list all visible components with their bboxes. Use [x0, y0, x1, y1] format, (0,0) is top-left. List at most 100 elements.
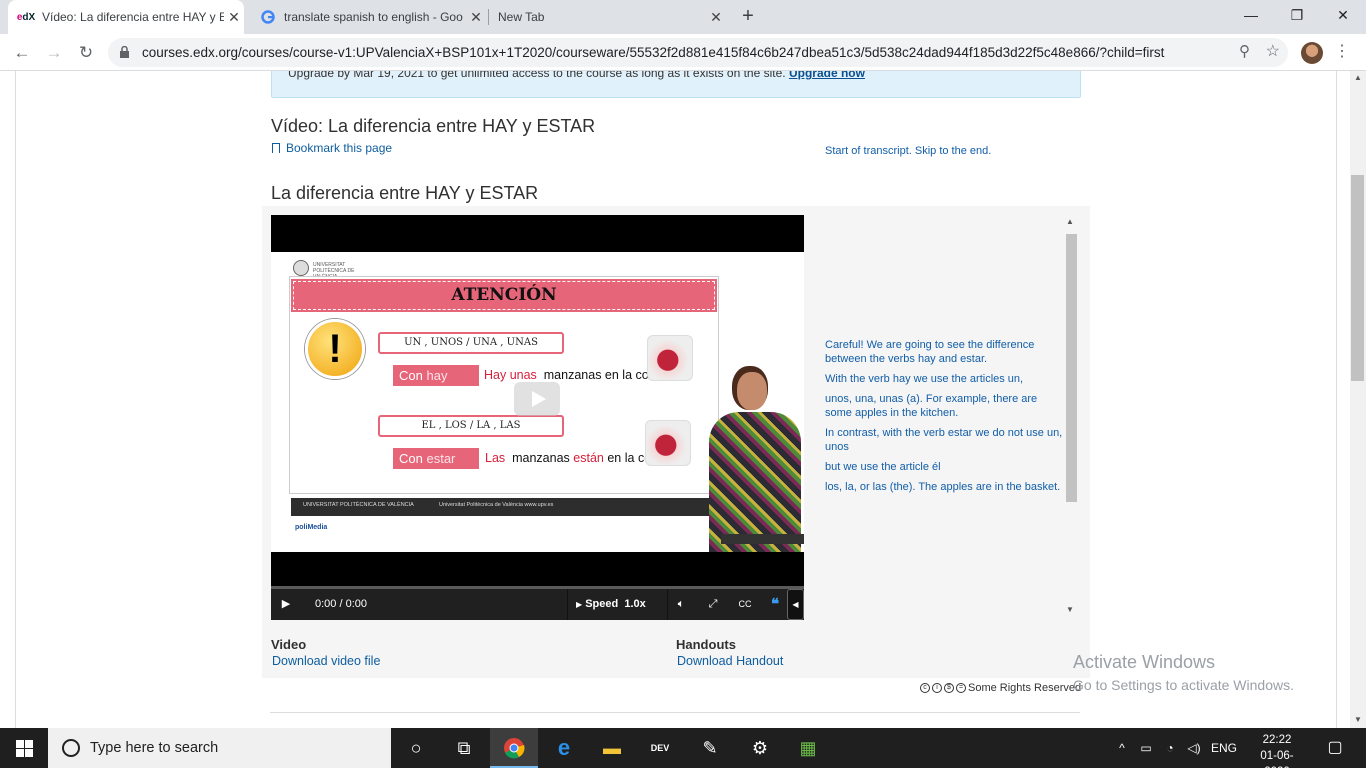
- volume-tray-icon[interactable]: ◁): [1184, 728, 1204, 768]
- cc-nd-icon: =: [956, 683, 966, 693]
- handouts-heading: Handouts: [676, 637, 736, 652]
- google-favicon-icon: [260, 9, 276, 25]
- download-video-link[interactable]: Download video file: [272, 654, 380, 668]
- tab-new-tab[interactable]: New Tab ✕: [490, 0, 726, 34]
- fullscreen-icon[interactable]: ⤢: [701, 589, 725, 620]
- upv-seal-icon: [293, 260, 309, 276]
- transcript-line[interactable]: In contrast, with the verb estar we do n…: [825, 426, 1065, 454]
- pill-verb: estar: [426, 451, 456, 466]
- clock-time: 22:22: [1262, 734, 1292, 746]
- profile-avatar[interactable]: [1301, 42, 1323, 64]
- play-overlay-icon[interactable]: [514, 382, 560, 416]
- banner-text: Upgrade by Mar 19, 2021 to get unlimited…: [288, 71, 786, 80]
- app-icon[interactable]: ✎: [686, 728, 734, 768]
- edge-icon[interactable]: e: [540, 728, 588, 768]
- transcript-line[interactable]: los, la, or las (the). The apples are in…: [825, 480, 1065, 494]
- closed-captions-icon[interactable]: CC: [733, 589, 757, 620]
- scroll-down-icon[interactable]: ▼: [1354, 715, 1362, 724]
- tab-separator: [488, 9, 489, 25]
- collapse-transcript-icon[interactable]: ◀: [787, 589, 804, 620]
- reload-icon[interactable]: ↻: [74, 41, 98, 65]
- apples-kitchen-image: [647, 335, 693, 381]
- tray-expand-icon[interactable]: ^: [1112, 728, 1132, 768]
- slide-heading-bar: ATENCIÓN: [291, 279, 717, 312]
- example-mid: manzanas: [512, 451, 570, 465]
- address-bar[interactable]: courses.edx.org/courses/course-v1:UPVale…: [108, 38, 1288, 67]
- upgrade-banner: Upgrade by Mar 19, 2021 to get unlimited…: [271, 71, 1081, 98]
- example-red: están: [573, 451, 604, 465]
- speed-button[interactable]: ▶ Speed 1.0x: [576, 589, 656, 620]
- spreadsheet-app-icon[interactable]: ▦: [784, 728, 832, 768]
- divider: [270, 712, 1080, 713]
- time-display: 0:00 / 0:00: [315, 598, 367, 610]
- speed-label: Speed: [585, 598, 619, 610]
- volume-icon[interactable]: 🔈︎: [669, 589, 693, 620]
- battery-icon[interactable]: ▭: [1136, 728, 1156, 768]
- scroll-up-icon[interactable]: ▲: [1066, 217, 1074, 226]
- chrome-taskbar-icon[interactable]: [490, 728, 538, 768]
- url-text: courses.edx.org/courses/course-v1:UPVale…: [142, 45, 1165, 60]
- license-info[interactable]: c i $ = Some Rights Reserved: [920, 682, 1081, 694]
- scroll-down-icon[interactable]: ▼: [1066, 605, 1074, 614]
- bookmark-star-icon[interactable]: ☆: [1266, 41, 1280, 61]
- close-tab-icon[interactable]: ✕: [224, 9, 244, 26]
- scroll-up-icon[interactable]: ▲: [1354, 73, 1362, 82]
- browser-toolbar: ← → ↻ courses.edx.org/courses/course-v1:…: [0, 34, 1366, 71]
- upgrade-now-link[interactable]: Upgrade now: [789, 71, 865, 80]
- transcript-scrollbar[interactable]: ▲ ▼: [1064, 217, 1078, 622]
- tab-google-translate[interactable]: translate spanish to english - Goo ✕: [250, 0, 486, 34]
- rule-articles-definite: EL , LOS / LA , LAS: [378, 415, 564, 437]
- video-download-heading: Video: [271, 637, 307, 652]
- transcript-skip-link[interactable]: Start of transcript. Skip to the end.: [825, 144, 991, 158]
- transcript-line[interactable]: but we use the article él: [825, 460, 1065, 474]
- apples-basket-image: [645, 420, 691, 466]
- transcript-line[interactable]: Careful! We are going to see the differe…: [825, 338, 1065, 366]
- video-controls: ▶ 0:00 / 0:00 ▶ Speed 1.0x 🔈︎ ⤢ CC ❝: [271, 589, 804, 620]
- download-handout-link[interactable]: Download Handout: [677, 654, 783, 668]
- close-window-button[interactable]: ✕: [1320, 0, 1366, 30]
- tab-edx-video[interactable]: e dX Vídeo: La diferencia entre HAY y E ✕: [8, 0, 244, 34]
- system-clock[interactable]: 22:22 01-06-2020: [1255, 732, 1299, 768]
- cortana-icon[interactable]: ○: [392, 728, 440, 768]
- video-frame[interactable]: UNIVERSITAT POLITÈCNICA DE VALÈNCIA ATEN…: [271, 252, 804, 552]
- bookmark-page-button[interactable]: Bookmark this page: [272, 141, 392, 155]
- restore-button[interactable]: ❐: [1274, 0, 1320, 30]
- speed-value: 1.0x: [624, 598, 646, 610]
- browser-tab-bar: e dX Vídeo: La diferencia entre HAY y E ✕…: [0, 0, 1366, 34]
- browser-menu-icon[interactable]: ⋮: [1334, 41, 1350, 63]
- minimize-button[interactable]: —: [1228, 0, 1274, 30]
- bookmark-label: Bookmark this page: [286, 141, 393, 155]
- back-icon[interactable]: ←: [10, 41, 34, 65]
- close-tab-icon[interactable]: ✕: [706, 9, 726, 26]
- transcript-scroll-thumb[interactable]: [1066, 234, 1077, 502]
- transcript-line[interactable]: With the verb hay we use the articles un…: [825, 372, 1065, 386]
- zoom-icon[interactable]: ⚲: [1239, 42, 1250, 60]
- settings-gear-icon[interactable]: ⚙: [736, 728, 784, 768]
- page-scrollbar[interactable]: ▲ ▼: [1350, 71, 1366, 728]
- polimedia-logo: poliMedia: [295, 524, 328, 531]
- start-button[interactable]: [0, 728, 48, 768]
- tab-title: New Tab: [498, 10, 545, 24]
- wifi-icon[interactable]: ◔: [1160, 728, 1180, 768]
- slide-heading: ATENCIÓN: [451, 285, 557, 305]
- transcript-line[interactable]: unos, una, unas (a). For example, there …: [825, 392, 1065, 420]
- forward-icon[interactable]: →: [42, 41, 66, 65]
- pill-text: Con: [399, 451, 423, 466]
- example-hay: Hay unas manzanas en la cocina: [484, 368, 672, 382]
- close-tab-icon[interactable]: ✕: [466, 9, 486, 26]
- play-icon[interactable]: ▶: [275, 589, 297, 620]
- language-indicator[interactable]: ENG: [1208, 728, 1240, 768]
- file-explorer-icon[interactable]: ▬: [588, 728, 636, 768]
- task-view-icon[interactable]: ⧉: [440, 728, 488, 768]
- pill-verb: hay: [426, 368, 448, 383]
- devc-icon[interactable]: DEV: [636, 728, 684, 768]
- lock-icon: [120, 46, 129, 58]
- page-scroll-thumb[interactable]: [1351, 175, 1364, 381]
- new-tab-button[interactable]: +: [737, 5, 759, 27]
- rule-articles-indefinite: UN , UNOS / UNA , UNAS: [378, 332, 564, 354]
- transcript-toggle-icon[interactable]: ❝: [763, 589, 787, 620]
- notifications-icon[interactable]: ▢: [1320, 728, 1350, 768]
- license-text: Some Rights Reserved: [968, 682, 1082, 694]
- taskbar-search[interactable]: Type here to search: [48, 728, 391, 768]
- search-icon: [62, 739, 80, 757]
